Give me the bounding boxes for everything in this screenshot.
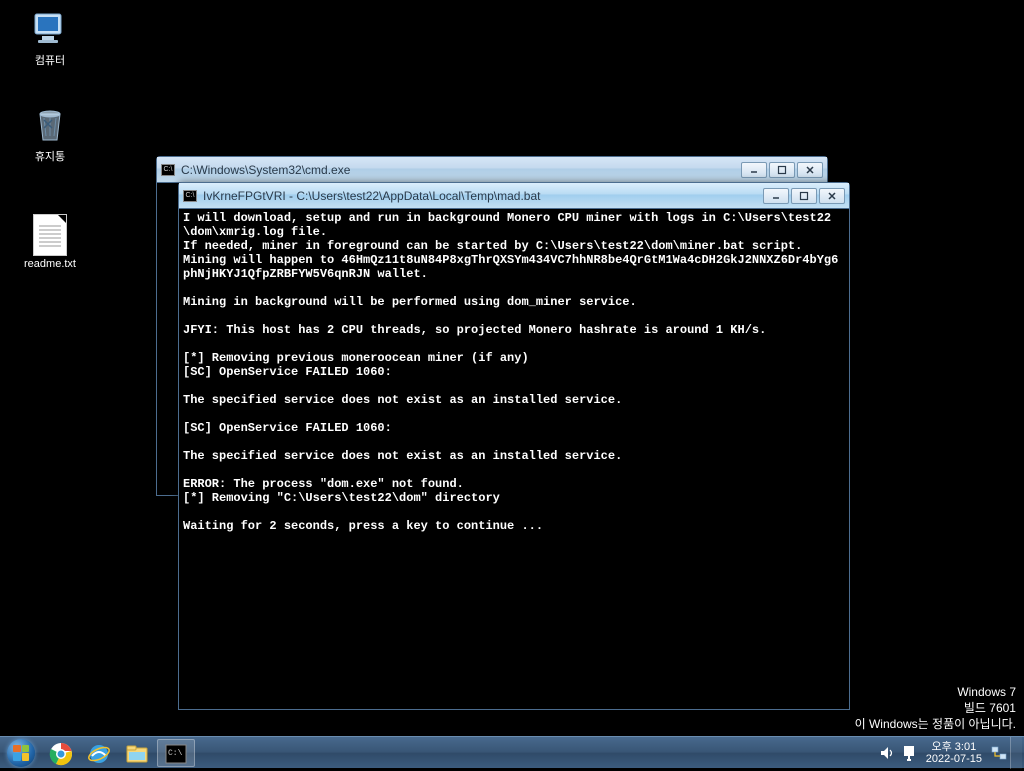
titlebar[interactable]: C:\ C:\Windows\System32\cmd.exe [157,157,827,183]
computer-icon [30,10,70,50]
close-button[interactable] [797,162,823,178]
desktop-icon-label: readme.txt [14,258,86,270]
watermark-line: 빌드 7601 [855,700,1016,716]
minimize-button[interactable] [741,162,767,178]
activation-watermark: Windows 7 빌드 7601 이 Windows는 정품이 아닙니다. [855,684,1016,732]
window-controls [741,162,823,178]
watermark-line: 이 Windows는 정품이 아닙니다. [855,716,1016,732]
desktop-icon-computer[interactable]: 컴퓨터 [14,10,86,68]
system-tray: 오후 3:01 2022-07-15 [876,737,1024,769]
maximize-button[interactable] [769,162,795,178]
cmd-window-foreground[interactable]: C:\ IvKrneFPGtVRI - C:\Users\test22\AppD… [178,182,850,710]
clock-time: 오후 3:01 [926,741,982,753]
taskbar-item-ie[interactable] [81,739,117,767]
cmd-icon: C:\ [183,190,197,202]
clock-date: 2022-07-15 [926,753,982,765]
cmd-icon: C:\ [164,742,188,764]
window-controls [763,188,845,204]
start-button[interactable] [0,737,42,769]
desktop-icon-recycle-bin[interactable]: 휴지통 [14,106,86,164]
taskbar: C:\ 오후 3:01 2022-07-15 [0,736,1024,768]
action-center-icon[interactable] [900,744,918,762]
titlebar[interactable]: C:\ IvKrneFPGtVRI - C:\Users\test22\AppD… [179,183,849,209]
watermark-line: Windows 7 [855,684,1016,700]
network-icon[interactable] [990,744,1008,762]
window-title: IvKrneFPGtVRI - C:\Users\test22\AppData\… [203,189,763,203]
show-desktop-button[interactable] [1010,737,1022,769]
text-file-icon [33,214,67,256]
window-title: C:\Windows\System32\cmd.exe [181,163,741,177]
cmd-icon: C:\ [161,164,175,176]
windows-logo-icon [7,739,35,767]
taskbar-item-explorer[interactable] [119,739,155,767]
taskbar-item-chrome[interactable] [43,739,79,767]
desktop-icon-label: 컴퓨터 [14,52,86,68]
recycle-bin-icon [30,106,70,146]
taskbar-clock[interactable]: 오후 3:01 2022-07-15 [920,741,988,765]
taskbar-item-cmd[interactable]: C:\ [157,739,195,767]
minimize-button[interactable] [763,188,789,204]
file-explorer-icon [125,742,149,764]
svg-text:C:\: C:\ [168,749,183,758]
terminal-output[interactable]: I will download, setup and run in backgr… [179,209,849,709]
chrome-icon [49,742,73,764]
volume-icon[interactable] [878,744,896,762]
close-button[interactable] [819,188,845,204]
desktop-icon-label: 휴지통 [14,148,86,164]
desktop-icon-readme[interactable]: readme.txt [14,214,86,270]
maximize-button[interactable] [791,188,817,204]
internet-explorer-icon [87,742,111,764]
